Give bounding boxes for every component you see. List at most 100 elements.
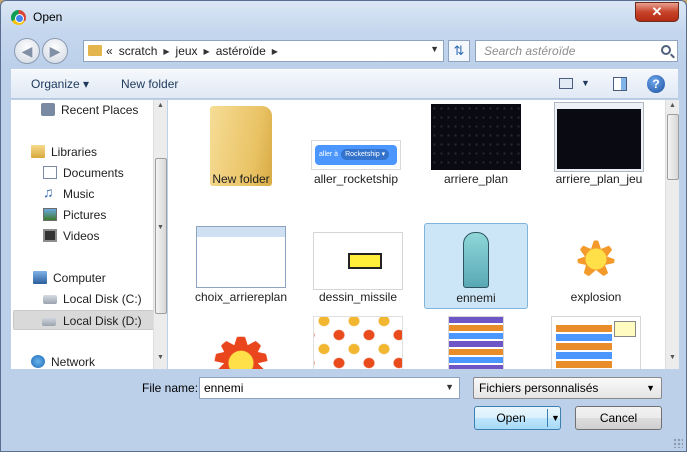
pictures-icon — [43, 208, 57, 221]
chevron-right-icon[interactable]: ▶ — [163, 44, 169, 58]
preview-pane-icon[interactable] — [613, 77, 627, 91]
libraries-icon — [31, 145, 45, 158]
scrollbar-thumb[interactable] — [667, 114, 679, 180]
file-item[interactable] — [306, 310, 410, 369]
resize-grip[interactable] — [673, 438, 683, 448]
file-item[interactable] — [189, 310, 293, 369]
file-name-input[interactable] — [204, 381, 434, 395]
file-item-explosion[interactable]: explosion — [544, 224, 648, 310]
breadcrumb-overflow[interactable]: « — [106, 44, 113, 58]
chevron-down-icon[interactable]: ▼ — [445, 382, 454, 392]
file-item-arriere-plan[interactable]: arriere_plan — [424, 100, 528, 186]
scratch-block-text: aller à — [319, 151, 339, 158]
refresh-icon: ⇅ — [453, 43, 465, 58]
nav-label: Local Disk (C:) — [63, 292, 142, 306]
nav-item-computer[interactable]: Computer — [33, 268, 161, 288]
file-item-ennemi[interactable]: ennemi — [424, 223, 528, 309]
breadcrumb-item[interactable]: jeux — [176, 44, 198, 58]
file-name-combobox[interactable]: ▼ — [199, 377, 460, 399]
nav-item-disk-d[interactable]: Local Disk (D:) — [13, 310, 161, 330]
image-thumbnail — [313, 232, 403, 290]
nav-label: Computer — [53, 271, 106, 285]
forward-button[interactable]: ▶ — [42, 38, 68, 64]
nav-item-network[interactable]: Network — [31, 352, 161, 369]
file-list-scrollbar[interactable]: ▲ ▼ — [665, 100, 679, 369]
search-icon[interactable] — [661, 45, 671, 55]
image-thumbnail — [448, 316, 504, 369]
image-thumbnail — [313, 316, 403, 369]
title-bar: Open ✕ — [1, 1, 686, 33]
file-label: arriere_plan_jeu — [555, 172, 643, 186]
nav-label: Recent Places — [61, 103, 139, 117]
search-box[interactable] — [475, 40, 678, 62]
scroll-up-icon[interactable]: ▲ — [669, 102, 676, 109]
scrollbar-thumb[interactable] — [155, 158, 167, 314]
file-label: arriere_plan — [443, 172, 509, 186]
recent-places-icon — [41, 103, 55, 116]
file-item-new-folder[interactable]: New folder — [189, 100, 293, 186]
chevron-down-icon[interactable]: ▼ — [551, 407, 560, 429]
nav-item-videos[interactable]: Videos — [43, 226, 161, 246]
back-button[interactable]: ◀ — [14, 38, 40, 64]
chevron-down-icon[interactable]: ▼ — [430, 44, 439, 54]
nav-item-documents[interactable]: Documents — [43, 163, 161, 183]
nav-scrollbar[interactable]: ▲ ▼ ▼ — [153, 100, 167, 369]
chevron-right-icon[interactable]: ▶ — [204, 44, 210, 58]
network-icon — [31, 355, 45, 368]
open-button-label: Open — [496, 411, 526, 425]
close-button[interactable]: ✕ — [635, 2, 679, 22]
cancel-button[interactable]: Cancel — [575, 406, 662, 430]
search-input[interactable] — [484, 44, 654, 58]
file-item-choix-arriereplan[interactable]: choix_arriereplan — [186, 224, 296, 310]
file-label: choix_arriereplan — [194, 290, 288, 304]
file-type-value: Fichiers personnalisés — [479, 381, 599, 395]
scroll-down-icon[interactable]: ▼ — [157, 224, 164, 231]
breadcrumb-item[interactable]: astéroïde — [216, 44, 266, 58]
image-thumbnail — [554, 102, 644, 172]
file-item-arriere-plan-jeu[interactable]: arriere_plan_jeu — [544, 100, 654, 186]
navigation-pane: Recent Places Libraries Documents Music … — [11, 100, 166, 369]
nav-label: Videos — [63, 229, 100, 243]
file-label: dessin_missile — [318, 290, 398, 304]
chevron-right-icon[interactable]: ▶ — [272, 44, 278, 58]
refresh-button[interactable]: ⇅ — [448, 40, 470, 62]
image-thumbnail — [199, 324, 283, 369]
nav-item-libraries[interactable]: Libraries — [31, 142, 161, 162]
hard-drive-icon — [42, 317, 56, 326]
nav-item-music[interactable]: Music — [43, 184, 161, 204]
nav-label: Music — [63, 187, 95, 201]
scroll-down-icon[interactable]: ▼ — [157, 354, 164, 361]
scroll-down-icon[interactable]: ▼ — [669, 354, 676, 361]
nav-label: Pictures — [63, 208, 107, 222]
file-list: New folder aller à Rocketship ▾ aller_roc… — [168, 100, 665, 369]
nav-item-disk-c[interactable]: Local Disk (C:) — [43, 289, 161, 309]
nav-label: Libraries — [51, 145, 98, 159]
image-thumbnail — [571, 234, 621, 283]
folder-icon — [88, 45, 102, 56]
file-item-aller-rocketship[interactable]: aller à Rocketship ▾ aller_rocketship — [304, 100, 408, 186]
scroll-up-icon[interactable]: ▲ — [157, 102, 164, 109]
open-dialog: Open ✕ ◀ ▶ « scratch ▶ jeux ▶ astéroïde … — [0, 0, 687, 452]
nav-label: Network — [51, 355, 96, 369]
nav-label: Local Disk (D:) — [63, 314, 142, 328]
file-label: explosion — [570, 290, 622, 304]
chevron-down-icon[interactable]: ▼ — [581, 78, 590, 88]
organize-button[interactable]: Organize ▾ — [31, 77, 89, 91]
file-item[interactable] — [424, 310, 528, 369]
nav-item-recent-places[interactable]: Recent Places — [41, 100, 161, 120]
change-view-icon[interactable] — [559, 78, 573, 89]
file-item[interactable] — [544, 310, 648, 369]
chevron-down-icon[interactable]: ▼ — [646, 383, 655, 393]
address-bar[interactable]: « scratch ▶ jeux ▶ astéroïde ▶ ▼ — [83, 40, 444, 62]
open-button[interactable]: Open ▼ — [474, 406, 561, 430]
arrow-left-icon: ◀ — [21, 43, 33, 59]
new-folder-button[interactable]: New folder — [121, 77, 178, 91]
file-type-select[interactable]: Fichiers personnalisés ▼ — [473, 377, 662, 399]
file-item-dessin-missile[interactable]: dessin_missile — [306, 224, 410, 310]
breadcrumb-item[interactable]: scratch — [119, 44, 158, 58]
command-bar: Organize ▾ New folder ▼ ? — [11, 69, 678, 99]
nav-item-pictures[interactable]: Pictures — [43, 205, 161, 225]
image-thumbnail — [551, 316, 641, 369]
help-button[interactable]: ? — [647, 75, 665, 93]
scratch-block-chip: Rocketship ▾ — [341, 149, 390, 160]
